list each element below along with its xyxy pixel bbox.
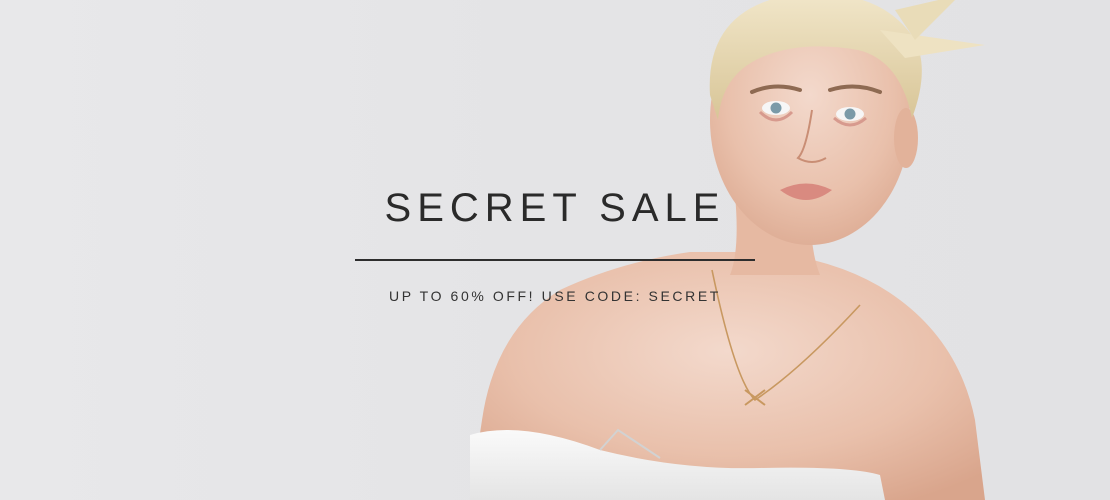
model-photo: [470, 0, 985, 500]
promo-banner[interactable]: SECRET SALE UP TO 60% OFF! USE CODE: SEC…: [0, 0, 1110, 500]
divider: [355, 259, 755, 261]
headline: SECRET SALE: [384, 186, 726, 230]
promo-code-text: UP TO 60% OFF! USE CODE: SECRET: [389, 288, 721, 304]
